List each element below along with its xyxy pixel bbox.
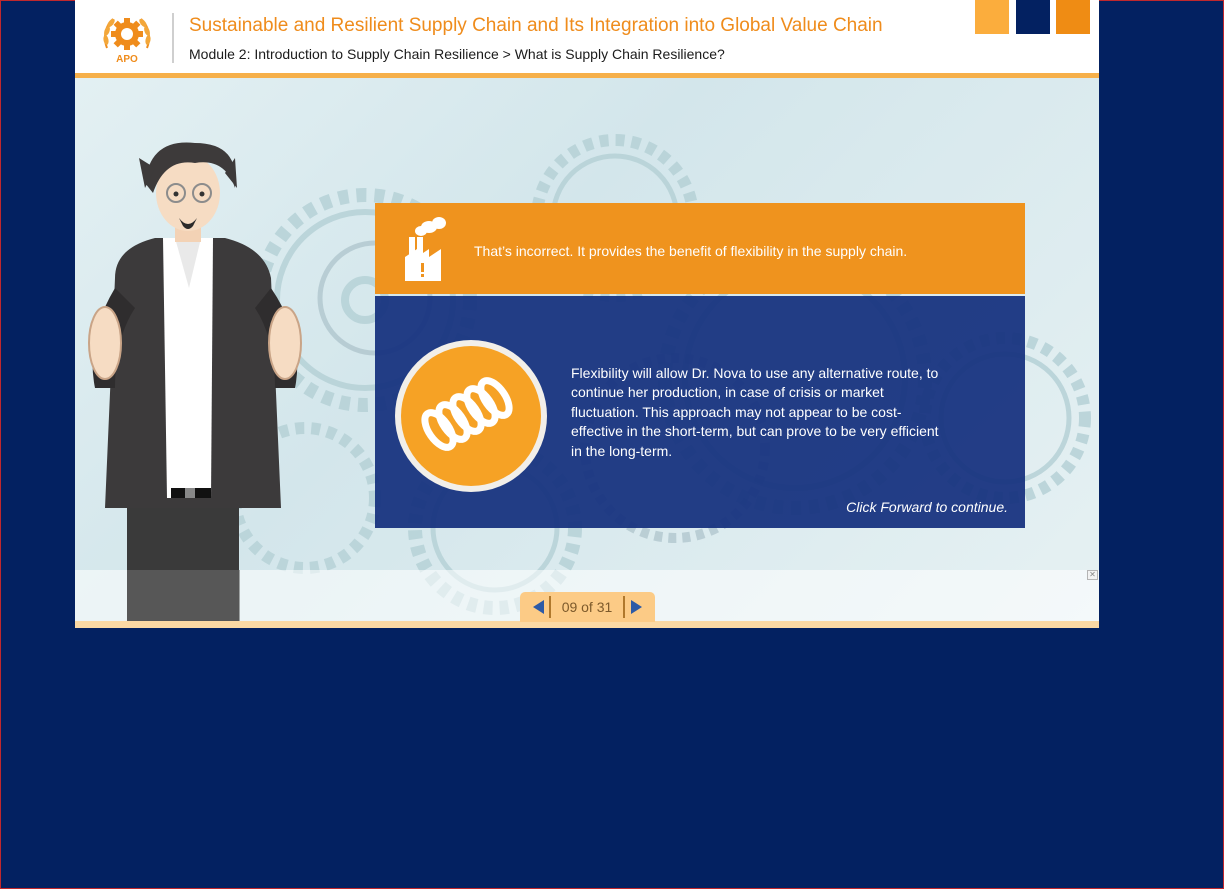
triangle-left-icon: [533, 600, 544, 614]
decor-swatch-navy: [1016, 0, 1050, 34]
player-footer-bar: [75, 621, 1099, 628]
page-counter: 09 of 31: [561, 599, 613, 615]
factory-warning-icon: [405, 217, 446, 281]
triangle-right-icon: [631, 600, 642, 614]
course-title: Sustainable and Resilient Supply Chain a…: [189, 15, 883, 36]
feedback-body: Flexibility will allow Dr. Nova to use a…: [375, 296, 1025, 528]
nav-separator: [549, 596, 551, 618]
feedback-text: Flexibility will allow Dr. Nova to use a…: [571, 365, 939, 459]
course-header: APO Sustainable and Resilient Supply Cha…: [75, 0, 1099, 73]
decor-swatch-light-orange: [975, 0, 1009, 34]
slide-navigation: 09 of 31: [520, 592, 655, 622]
svg-text:APO: APO: [116, 54, 138, 65]
feedback-title: That’s incorrect. It provides the benefi…: [474, 243, 908, 259]
close-icon[interactable]: ✕: [1087, 570, 1098, 580]
header-divider: [172, 13, 174, 63]
breadcrumb: Module 2: Introduction to Supply Chain R…: [189, 46, 725, 62]
previous-slide-button[interactable]: [524, 597, 552, 617]
next-slide-button[interactable]: [623, 597, 651, 617]
course-player: APO Sustainable and Resilient Supply Cha…: [75, 0, 1099, 628]
spring-icon: [395, 340, 547, 492]
continue-hint: Click Forward to continue.: [846, 499, 1008, 515]
slide-stage: That’s incorrect. It provides the benefi…: [75, 78, 1099, 621]
decor-swatch-orange: [1056, 0, 1090, 34]
feedback-header: That’s incorrect. It provides the benefi…: [375, 203, 1025, 294]
apo-logo: APO: [99, 10, 155, 66]
dr-nova-character: [88, 142, 302, 621]
